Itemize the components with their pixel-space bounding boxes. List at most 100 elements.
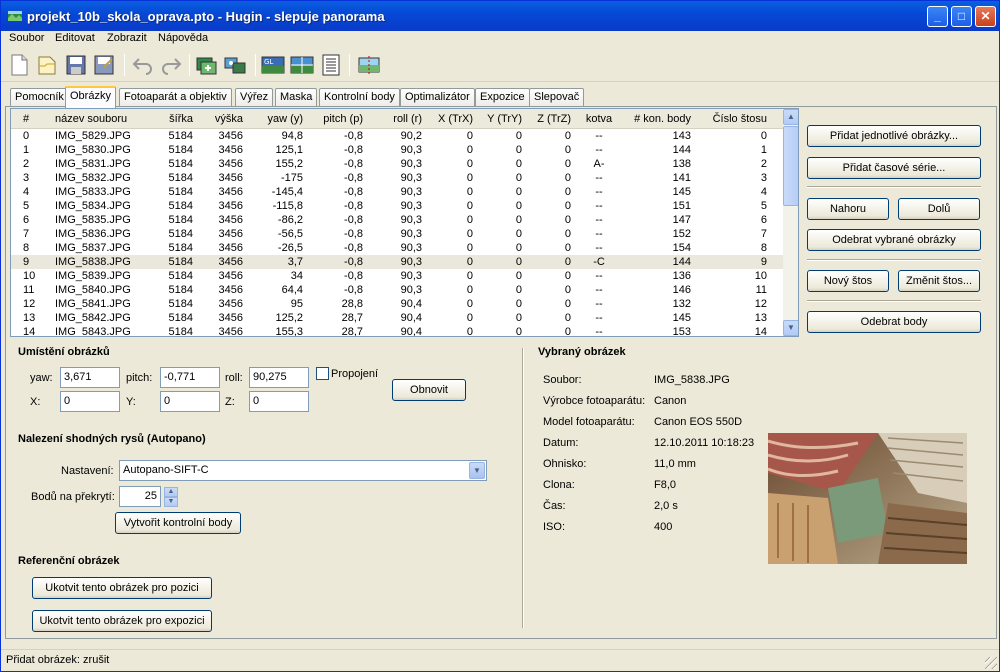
undo-icon[interactable]: [131, 53, 155, 77]
maximize-button[interactable]: □: [951, 6, 972, 27]
open-project-icon[interactable]: [35, 53, 59, 77]
add-images-icon[interactable]: [195, 53, 219, 77]
scroll-thumb[interactable]: [783, 126, 798, 206]
scroll-down-icon[interactable]: ▼: [783, 320, 798, 336]
x-input[interactable]: 0: [60, 391, 120, 412]
tab-mask[interactable]: Maska: [275, 88, 318, 107]
z-label: Z:: [225, 396, 235, 408]
cell-anchor: --: [595, 326, 603, 337]
table-row[interactable]: 2 IMG_5831.JPG 5184 3456 155,2 -0,8 90,3 0 0 0 A- 1…: [11, 157, 783, 171]
tab-camera-lens[interactable]: Fotoaparát a objektiv: [119, 88, 232, 107]
anchor-exposure-button[interactable]: Ukotvit tento obrázek pro expozici: [32, 610, 212, 632]
stitch-icon[interactable]: [357, 53, 381, 77]
table-row[interactable]: 11 IMG_5840.JPG 5184 3456 64,4 -0,8 90,3 0 0 0 -- 1…: [11, 283, 783, 297]
menu-file[interactable]: Soubor: [9, 32, 44, 44]
create-control-points-button[interactable]: Vytvořit kontrolní body: [115, 512, 241, 534]
col-width[interactable]: šířka: [149, 111, 193, 128]
batch-list-icon[interactable]: [319, 53, 343, 77]
close-button[interactable]: ✕: [975, 6, 996, 27]
link-label: Propojení: [331, 368, 379, 380]
table-row[interactable]: 4 IMG_5833.JPG 5184 3456 -145,4 -0,8 90,3 0 0 0 --…: [11, 185, 783, 199]
cell-index: 9: [23, 256, 30, 268]
cell-width: 5184: [168, 130, 193, 142]
settings-select[interactable]: Autopano-SIFT-C ▼: [119, 460, 487, 481]
table-row[interactable]: 9 IMG_5838.JPG 5184 3456 3,7 -0,8 90,3 0 0 0 -C 144…: [11, 255, 783, 269]
opengl-preview-icon[interactable]: GL: [261, 53, 285, 77]
col-try[interactable]: Y (TrY): [475, 111, 522, 128]
redo-icon[interactable]: [159, 53, 183, 77]
save-icon[interactable]: [64, 53, 88, 77]
col-height[interactable]: výška: [199, 111, 243, 128]
table-row[interactable]: 8 IMG_5837.JPG 5184 3456 -26,5 -0,8 90,3 0 0 0 -- 1…: [11, 241, 783, 255]
z-input[interactable]: 0: [249, 391, 309, 412]
table-row[interactable]: 12 IMG_5841.JPG 5184 3456 95 28,8 90,4 0 0 0 -- 132…: [11, 297, 783, 311]
list-scrollbar[interactable]: ▲ ▼: [783, 109, 798, 336]
col-filename[interactable]: název souboru: [55, 111, 127, 128]
tab-images[interactable]: Obrázky: [65, 86, 116, 108]
yaw-input[interactable]: 3,671: [60, 367, 120, 388]
title-bar[interactable]: projekt_10b_skola_oprava.pto - Hugin - s…: [1, 1, 999, 31]
change-stack-button[interactable]: Změnit štos...: [898, 270, 980, 292]
table-row[interactable]: 10 IMG_5839.JPG 5184 3456 34 -0,8 90,3 0 0 0 -- 136…: [11, 269, 783, 283]
cell-trx: 0: [466, 242, 473, 254]
new-stack-button[interactable]: Nový štos: [807, 270, 889, 292]
tab-assistant[interactable]: Pomocník: [10, 88, 69, 107]
minimize-button[interactable]: _: [927, 6, 948, 27]
refresh-button[interactable]: Obnovit: [392, 379, 466, 401]
table-row[interactable]: 3 IMG_5832.JPG 5184 3456 -175 -0,8 90,3 0 0 0 -- 14…: [11, 171, 783, 185]
cell-trz: 0: [564, 228, 571, 240]
table-row[interactable]: 6 IMG_5835.JPG 5184 3456 -86,2 -0,8 90,3 0 0 0 -- 1…: [11, 213, 783, 227]
link-checkbox[interactable]: [316, 367, 329, 380]
add-time-series-button[interactable]: Přidat časové série...: [807, 157, 981, 179]
tab-optimizer[interactable]: Optimalizátor: [400, 88, 475, 107]
menu-view[interactable]: Zobrazit: [107, 32, 147, 44]
pitch-input[interactable]: -0,771: [160, 367, 220, 388]
spin-up-icon[interactable]: ▲: [164, 487, 178, 497]
cell-height: 3456: [218, 284, 243, 296]
remove-selected-images-button[interactable]: Odebrat vybrané obrázky: [807, 229, 981, 251]
col-trz[interactable]: Z (TrZ): [525, 111, 571, 128]
roll-input[interactable]: 90,275: [249, 367, 309, 388]
menu-edit[interactable]: Editovat: [55, 32, 95, 44]
assistant-icon[interactable]: [223, 53, 247, 77]
cell-trx: 0: [466, 270, 473, 282]
move-down-button[interactable]: Dolů: [898, 198, 980, 220]
add-single-images-button[interactable]: Přidat jednotlivé obrázky...: [807, 125, 981, 147]
tab-exposure[interactable]: Expozice: [475, 88, 530, 107]
tab-control-points[interactable]: Kontrolní body: [319, 88, 400, 107]
table-row[interactable]: 7 IMG_5836.JPG 5184 3456 -56,5 -0,8 90,3 0 0 0 -- 1…: [11, 227, 783, 241]
chevron-down-icon[interactable]: ▼: [469, 462, 485, 479]
scroll-up-icon[interactable]: ▲: [783, 109, 798, 125]
table-row[interactable]: 0 IMG_5829.JPG 5184 3456 94,8 -0,8 90,2 0 0 0 -- 14…: [11, 129, 783, 143]
y-input[interactable]: 0: [160, 391, 220, 412]
new-project-icon[interactable]: [7, 53, 31, 77]
resize-grip-icon[interactable]: [985, 657, 997, 669]
spin-down-icon[interactable]: ▼: [164, 497, 178, 507]
col-index[interactable]: #: [23, 111, 29, 128]
table-row[interactable]: 14 IMG_5843.JPG 5184 3456 155,3 28,7 90,4 0 0 0 --…: [11, 325, 783, 337]
table-row[interactable]: 5 IMG_5834.JPG 5184 3456 -115,8 -0,8 90,3 0 0 0 --…: [11, 199, 783, 213]
points-per-overlap-input[interactable]: 25: [119, 486, 161, 507]
table-row[interactable]: 13 IMG_5842.JPG 5184 3456 125,2 28,7 90,4 0 0 0 --…: [11, 311, 783, 325]
col-yaw[interactable]: yaw (y): [251, 111, 303, 128]
anchor-position-button[interactable]: Ukotvit tento obrázek pro pozici: [32, 577, 212, 599]
image-list[interactable]: # název souboru šířka výška yaw (y) pitc…: [10, 108, 799, 337]
remove-points-button[interactable]: Odebrat body: [807, 311, 981, 333]
col-anchor[interactable]: kotva: [579, 111, 619, 128]
col-pitch[interactable]: pitch (p): [307, 111, 363, 128]
col-roll[interactable]: roll (r): [369, 111, 422, 128]
col-ctrl-points[interactable]: # kon. body: [623, 111, 691, 128]
cell-height: 3456: [218, 312, 243, 324]
col-stack[interactable]: Číslo štosu: [701, 111, 767, 128]
pitch-label: pitch:: [126, 372, 153, 384]
table-row[interactable]: 1 IMG_5830.JPG 5184 3456 125,1 -0,8 90,3 0 0 0 -- 1…: [11, 143, 783, 157]
fast-preview-icon[interactable]: [290, 53, 314, 77]
menu-help[interactable]: Nápověda: [158, 32, 208, 44]
field-value: 12.10.2011 10:18:23: [654, 437, 755, 449]
cell-filename: IMG_5836.JPG: [55, 228, 131, 240]
save-as-icon[interactable]: [92, 53, 116, 77]
tab-stitcher[interactable]: Slepovač: [529, 88, 585, 107]
move-up-button[interactable]: Nahoru: [807, 198, 889, 220]
col-trx[interactable]: X (TrX): [425, 111, 473, 128]
tab-crop[interactable]: Výřez: [235, 88, 274, 107]
